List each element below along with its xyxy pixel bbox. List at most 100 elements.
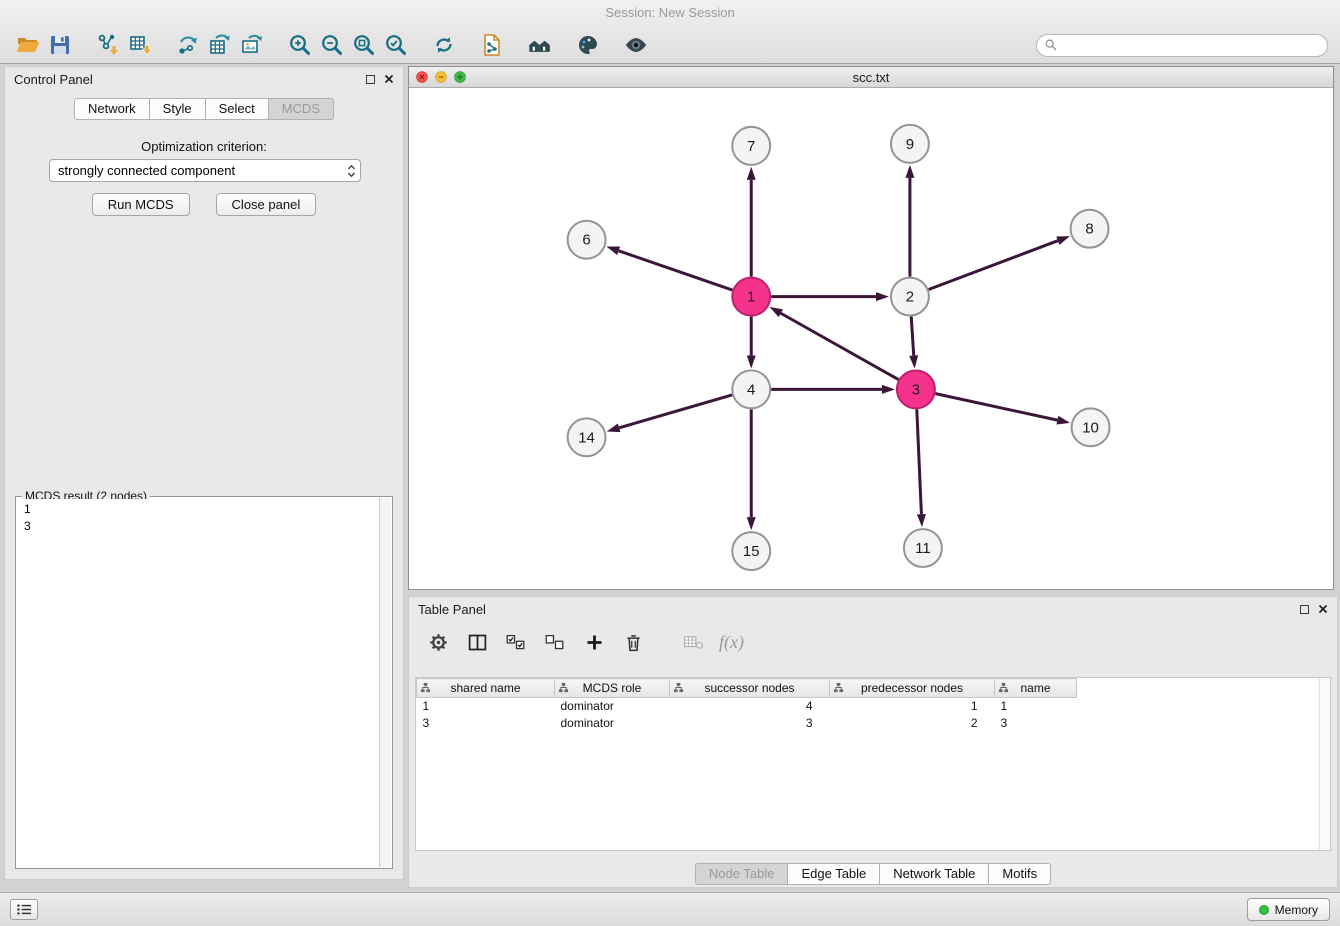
graph-node-9[interactable]: 9: [891, 125, 929, 163]
column-header-MCDS-role[interactable]: MCDS role: [555, 679, 670, 698]
optimization-criterion-select[interactable]: strongly connected component: [49, 159, 361, 182]
window-title: Session: New Session: [605, 5, 734, 20]
cell-predecessor-nodes: 2: [830, 715, 995, 732]
toolbar-separator: [460, 45, 476, 46]
export-image-icon[interactable]: [236, 30, 268, 60]
graph-node-3[interactable]: 3: [897, 370, 935, 408]
column-header-name[interactable]: name: [995, 679, 1077, 698]
table-panel: Table Panel f(x) shared nameMCDS rolesuc…: [408, 596, 1338, 888]
float-panel-icon[interactable]: [366, 75, 375, 84]
table-tab-network-table[interactable]: Network Table: [879, 863, 989, 885]
memory-button[interactable]: Memory: [1247, 898, 1330, 921]
column-header-shared-name[interactable]: shared name: [417, 679, 555, 698]
delete-row-icon[interactable]: [618, 628, 648, 656]
graph-edge-3-1[interactable]: [781, 313, 899, 379]
column-label: shared name: [417, 679, 554, 697]
table-panel-title: Table Panel: [418, 602, 486, 617]
graph-node-7[interactable]: 7: [732, 127, 770, 165]
zoom-out-icon[interactable]: [316, 30, 348, 60]
float-table-panel-icon[interactable]: [1300, 605, 1309, 614]
column-header-predecessor-nodes[interactable]: predecessor nodes: [830, 679, 995, 698]
status-bar: Memory: [0, 892, 1340, 926]
toolbar-separator: [604, 45, 620, 46]
table-row[interactable]: 1dominator411: [417, 698, 1331, 716]
settings-gear-icon[interactable]: [423, 628, 453, 656]
zoom-in-icon[interactable]: [284, 30, 316, 60]
tab-select[interactable]: Select: [205, 98, 269, 120]
table-tab-motifs[interactable]: Motifs: [988, 863, 1051, 885]
graph-node-1[interactable]: 1: [732, 278, 770, 316]
graph-edge-1-6[interactable]: [619, 251, 733, 290]
clone-network-icon[interactable]: [476, 30, 508, 60]
open-file-icon[interactable]: [12, 30, 44, 60]
run-mcds-button[interactable]: Run MCDS: [92, 193, 190, 216]
split-columns-icon[interactable]: [462, 628, 492, 656]
export-network-icon[interactable]: [172, 30, 204, 60]
graph-edge-3-11[interactable]: [917, 409, 922, 514]
save-session-icon[interactable]: [44, 30, 76, 60]
cell-successor-nodes: 3: [670, 715, 830, 732]
import-network-icon[interactable]: [92, 30, 124, 60]
graph-node-8[interactable]: 8: [1071, 210, 1109, 248]
refresh-icon[interactable]: [428, 30, 460, 60]
column-sort-icon: [420, 682, 431, 693]
search-box[interactable]: [1036, 34, 1328, 57]
status-menu-button[interactable]: [10, 899, 38, 920]
home-icon[interactable]: [524, 30, 556, 60]
node-table-container: shared nameMCDS rolesuccessor nodesprede…: [415, 677, 1331, 851]
function-builder-icon: f(x): [719, 632, 744, 653]
svg-text:9: 9: [906, 136, 914, 153]
graph-node-14[interactable]: 14: [568, 418, 606, 456]
table-scrollbar[interactable]: [1319, 678, 1330, 850]
svg-text:14: 14: [578, 429, 595, 446]
graph-node-11[interactable]: 11: [904, 529, 942, 567]
graph-node-4[interactable]: 4: [732, 370, 770, 408]
tab-network[interactable]: Network: [74, 98, 150, 120]
show-graphics-icon[interactable]: [620, 30, 652, 60]
network-canvas[interactable]: 7 9 6 8 1 2 4 3 14 10 15 11: [409, 88, 1333, 589]
window-chrome: Session: New Session: [0, 0, 1340, 64]
select-all-icon[interactable]: [501, 628, 531, 656]
table-row[interactable]: 3dominator323: [417, 715, 1331, 732]
deselect-all-icon[interactable]: [540, 628, 570, 656]
graph-edge-2-3[interactable]: [911, 317, 914, 356]
svg-text:10: 10: [1082, 419, 1099, 436]
column-header-successor-nodes[interactable]: successor nodes: [670, 679, 830, 698]
graph-node-15[interactable]: 15: [732, 532, 770, 570]
close-panel-button[interactable]: Close panel: [216, 193, 317, 216]
graph-node-2[interactable]: 2: [891, 278, 929, 316]
minimize-window-icon[interactable]: [435, 71, 447, 83]
graph-edge-arrowhead: [909, 355, 918, 368]
graph-edge-3-10[interactable]: [935, 394, 1057, 420]
result-scrollbar[interactable]: [379, 498, 391, 867]
network-window-titlebar[interactable]: scc.txt: [409, 67, 1333, 88]
export-table-icon[interactable]: [204, 30, 236, 60]
graph-node-10[interactable]: 10: [1072, 408, 1110, 446]
add-row-icon[interactable]: [579, 628, 609, 656]
tab-style[interactable]: Style: [149, 98, 206, 120]
column-sort-icon: [558, 682, 569, 693]
graph-edge-2-8[interactable]: [929, 241, 1058, 290]
table-tab-node-table[interactable]: Node Table: [695, 863, 789, 885]
tab-mcds[interactable]: MCDS: [268, 98, 334, 120]
zoom-fit-icon[interactable]: [348, 30, 380, 60]
graph-node-6[interactable]: 6: [568, 221, 606, 259]
zoom-selected-icon[interactable]: [380, 30, 412, 60]
graph-edge-arrowhead: [769, 307, 783, 317]
control-panel-title: Control Panel: [14, 72, 93, 87]
import-table-icon[interactable]: [124, 30, 156, 60]
cell-shared-name: 1: [417, 698, 555, 716]
close-table-panel-icon[interactable]: [1318, 604, 1328, 614]
mcds-result-node: 1: [24, 501, 371, 518]
zoom-window-icon[interactable]: [454, 71, 466, 83]
table-toolbar: f(x): [409, 623, 1337, 661]
close-window-icon[interactable]: [416, 71, 428, 83]
cell-MCDS-role: dominator: [555, 715, 670, 732]
table-tab-edge-table[interactable]: Edge Table: [787, 863, 880, 885]
graph-edge-4-14[interactable]: [619, 395, 732, 428]
search-input[interactable]: [1062, 38, 1320, 52]
close-panel-icon[interactable]: [384, 74, 394, 84]
graph-edge-arrowhead: [747, 517, 756, 530]
style-palette-icon[interactable]: [572, 30, 604, 60]
mcds-result-list: 13: [18, 499, 377, 866]
